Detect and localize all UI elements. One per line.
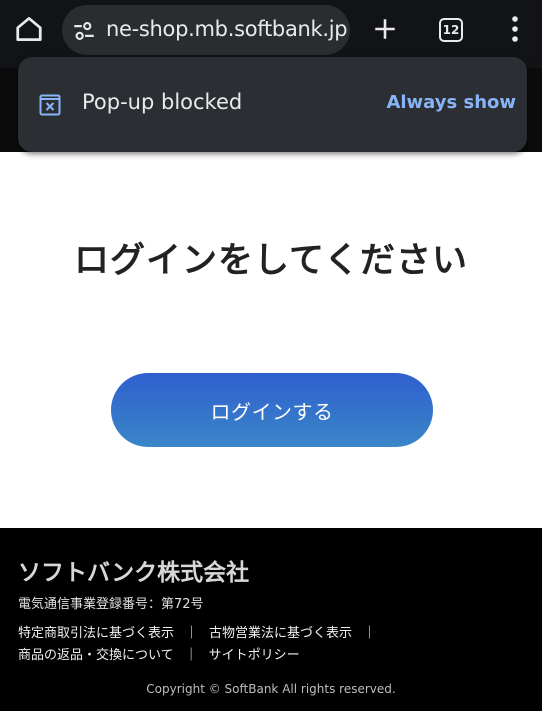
- popup-blocked-snackbar: Pop-up blocked Always show: [18, 57, 527, 152]
- url-text: ne-shop.mb.softbank.jp: [106, 17, 348, 41]
- footer-link-specified-commercial-transactions[interactable]: 特定商取引法に基づく表示: [18, 626, 174, 641]
- plus-icon[interactable]: [368, 12, 402, 46]
- address-bar[interactable]: ne-shop.mb.softbank.jp: [62, 5, 350, 55]
- popup-blocked-message: Pop-up blocked: [82, 90, 243, 114]
- tune-icon[interactable]: [71, 18, 97, 44]
- page-title: ログインをしてください: [74, 241, 468, 281]
- tab-count: 12: [439, 18, 463, 42]
- footer-links-row-2: 商品の返品・交換について ｜ サイトポリシー: [18, 644, 300, 663]
- footer-separator: ｜: [363, 626, 377, 641]
- screen: ne-shop.mb.softbank.jp 12 Pop-up blocked…: [0, 0, 542, 711]
- footer-link-returns-exchanges[interactable]: 商品の返品・交換について: [18, 648, 174, 663]
- footer-link-site-policy[interactable]: サイトポリシー: [209, 648, 300, 663]
- registration-number: 電気通信事業登録番号：第72号: [18, 597, 204, 612]
- company-name: ソフトバンク株式会社: [18, 560, 250, 586]
- always-show-button[interactable]: Always show: [386, 92, 516, 113]
- footer-links-row-1: 特定商取引法に基づく表示 ｜ 古物営業法に基づく表示 ｜: [18, 622, 387, 641]
- footer-separator: ｜: [184, 648, 198, 663]
- home-icon[interactable]: [12, 12, 46, 46]
- copyright: Copyright © SoftBank All rights reserved…: [146, 682, 396, 696]
- footer: ソフトバンク株式会社 電気通信事業登録番号：第72号 特定商取引法に基づく表示 ｜…: [0, 528, 542, 711]
- popup-blocked-icon: [39, 94, 61, 116]
- more-vert-icon[interactable]: [500, 12, 530, 46]
- footer-separator: ｜: [185, 626, 199, 641]
- login-button[interactable]: ログインする: [111, 373, 433, 447]
- footer-link-secondhand-goods[interactable]: 古物営業法に基づく表示: [209, 626, 352, 641]
- tab-switcher-button[interactable]: 12: [436, 14, 466, 44]
